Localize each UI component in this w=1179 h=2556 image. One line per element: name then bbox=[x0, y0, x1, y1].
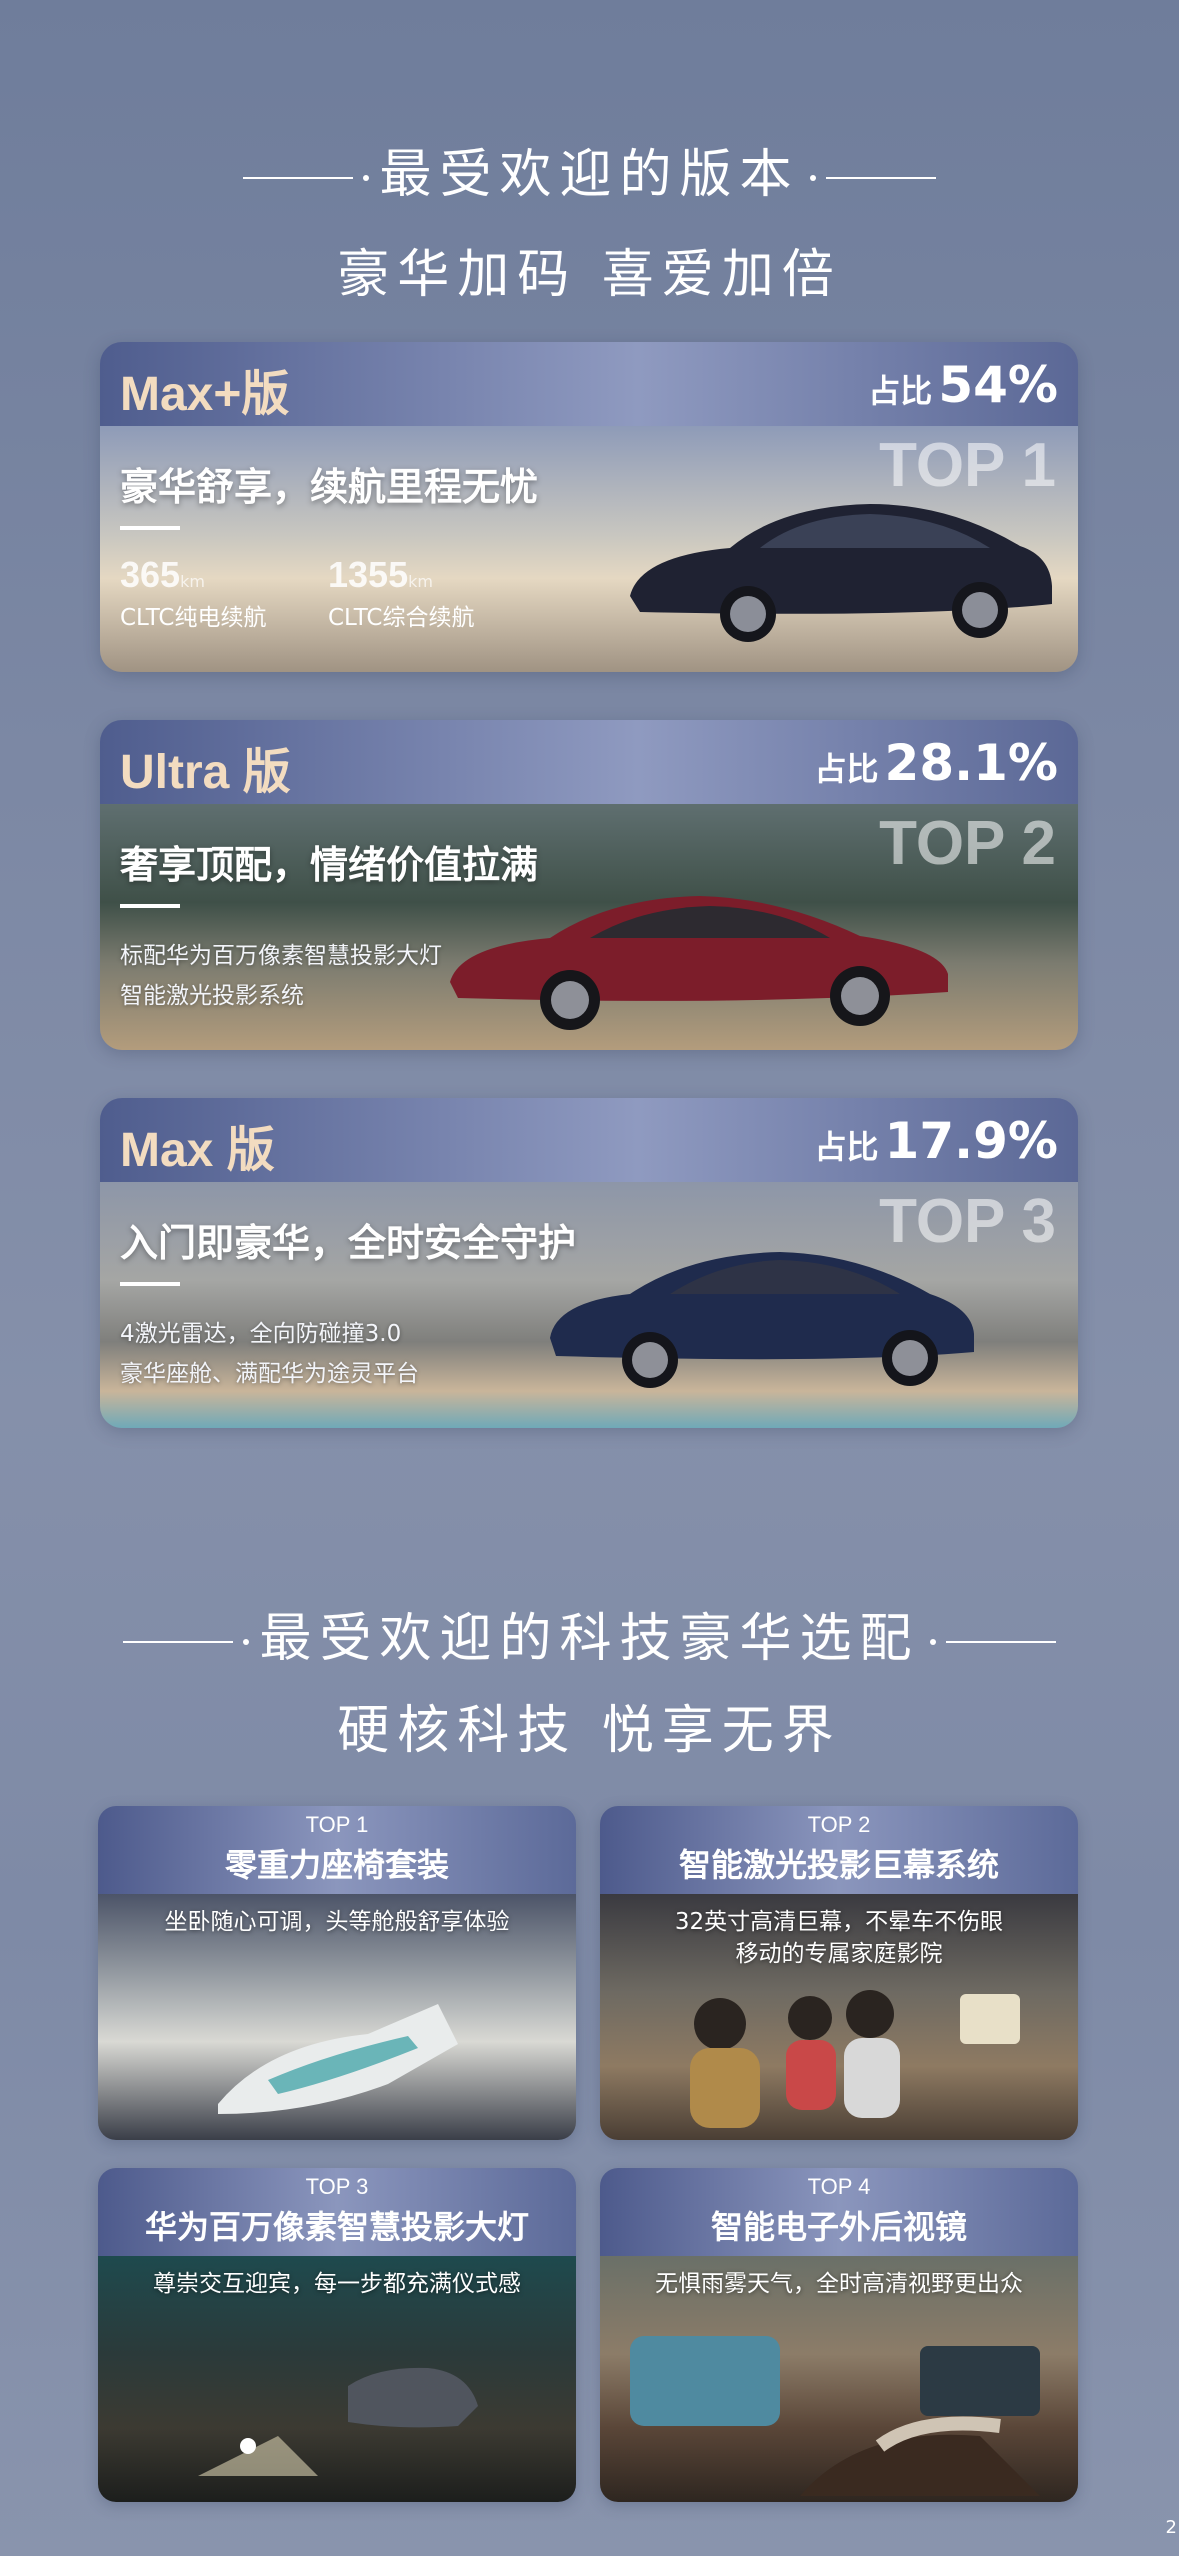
tile-image-seat-scene: 坐卧随心可调，头等舱般舒享体验 bbox=[98, 1894, 576, 2140]
car-image bbox=[550, 1252, 974, 1388]
tile-description-line: 尊崇交互迎宾，每一步都充满仪式感 bbox=[153, 2271, 521, 2297]
tile-description: 坐卧随心可调，头等舱般舒享体验 bbox=[98, 1906, 576, 1938]
title-decor-line-left bbox=[123, 1641, 234, 1643]
cockpit-image bbox=[630, 2336, 1040, 2496]
seat-image bbox=[218, 2004, 458, 2114]
tile-header: TOP 3 华为百万像素智慧投影大灯 bbox=[98, 2168, 576, 2256]
section-2-subtitle: 硬核科技 悦享无界 bbox=[337, 1701, 842, 1761]
card-header: Max+版 占比 54% bbox=[100, 342, 1078, 426]
version-slogan: 奢享顶配，情绪价值拉满 bbox=[120, 843, 539, 887]
spec-combined-range: 1355km CLTC综合续航 bbox=[328, 554, 474, 632]
feature-line: 4激光雷达，全向防碰撞3.0 bbox=[120, 1321, 402, 1347]
share-prefix: 占比 bbox=[868, 372, 933, 410]
version-share: 占比 17.9% bbox=[815, 1112, 1058, 1170]
tile-image-family-cinema-scene: 32英寸高清巨幕，不晕车不伤眼 移动的专属家庭影院 bbox=[600, 1894, 1078, 2140]
tile-image-cockpit-scene: 无惧雨雾天气，全时高清视野更出众 bbox=[600, 2256, 1078, 2502]
version-share: 占比 28.1% bbox=[815, 734, 1058, 792]
share-prefix: 占比 bbox=[814, 1128, 879, 1166]
share-value: 54% bbox=[938, 356, 1058, 414]
tile-header: TOP 4 智能电子外后视镜 bbox=[600, 2168, 1078, 2256]
title-decor-dot-left bbox=[243, 1639, 250, 1645]
tile-description-line: 无惧雨雾天气，全时高清视野更出众 bbox=[655, 2271, 1023, 2297]
version-share: 占比 54% bbox=[868, 356, 1058, 414]
version-slogan: 入门即豪华，全时安全守护 bbox=[120, 1221, 577, 1265]
tile-title: 智能电子外后视镜 bbox=[710, 2208, 967, 2246]
version-name: Max+版 bbox=[120, 368, 290, 421]
section-1-subtitle: 豪华加码 喜爱加倍 bbox=[337, 245, 842, 305]
share-value: 28.1% bbox=[884, 734, 1058, 792]
option-tile-laser-projection[interactable]: TOP 2 智能激光投影巨幕系统 32英寸高清巨幕，不晕车不伤眼 移动的专属家庭… bbox=[600, 1806, 1078, 2140]
rank-badge: TOP 2 bbox=[879, 809, 1056, 878]
section-2-title-text: 最受欢迎的科技豪华选配 bbox=[259, 1609, 920, 1669]
feature-line: 智能激光投影系统 bbox=[120, 983, 304, 1009]
rank-badge: TOP 3 bbox=[879, 1187, 1056, 1256]
tile-header: TOP 2 智能激光投影巨幕系统 bbox=[600, 1806, 1078, 1894]
tile-description: 32英寸高清巨幕，不晕车不伤眼 移动的专属家庭影院 bbox=[600, 1906, 1078, 1970]
tile-description: 尊崇交互迎宾，每一步都充满仪式感 bbox=[98, 2268, 576, 2300]
card-image-lake-scene: TOP 1 豪华舒享，续航里程无忧 365km CLTC纯电续航 1355km … bbox=[100, 426, 1078, 672]
tile-header: TOP 1 零重力座椅套装 bbox=[98, 1806, 576, 1894]
spec-number: 365 bbox=[120, 554, 181, 595]
card-header: Max 版 占比 17.9% bbox=[100, 1098, 1078, 1182]
spec-number: 1355 bbox=[328, 554, 409, 595]
option-tile-projection-headlights[interactable]: TOP 3 华为百万像素智慧投影大灯 尊崇交互迎宾，每一步都充满仪式感 bbox=[98, 2168, 576, 2502]
share-value: 17.9% bbox=[884, 1112, 1058, 1170]
car-projection-image bbox=[198, 2367, 478, 2476]
slogan-underline bbox=[120, 904, 180, 908]
tile-description-line: 32英寸高清巨幕，不晕车不伤眼 bbox=[674, 1909, 1004, 1935]
title-decor-dot-left bbox=[363, 175, 370, 181]
rank-badge: TOP 1 bbox=[879, 431, 1056, 500]
option-tile-zero-gravity-seat[interactable]: TOP 1 零重力座椅套装 坐卧随心可调，头等舱般舒享体验 bbox=[98, 1806, 576, 2140]
version-name: Max 版 bbox=[120, 1124, 275, 1177]
version-slogan: 豪华舒享，续航里程无忧 bbox=[120, 465, 539, 509]
version-card-max-plus[interactable]: Max+版 占比 54% TOP 1 豪华舒享，续航里程无忧 365km CLTC… bbox=[100, 342, 1078, 672]
feature-line: 豪华座舱、满配华为途灵平台 bbox=[120, 1361, 419, 1387]
tile-image-night-welcome-scene: 尊崇交互迎宾，每一步都充满仪式感 bbox=[98, 2256, 576, 2502]
page-corner-mark: 2 bbox=[1165, 2517, 1177, 2538]
title-decor-dot-right bbox=[809, 175, 816, 181]
title-decor-line-left bbox=[243, 177, 354, 179]
card-header: Ultra 版 占比 28.1% bbox=[100, 720, 1078, 804]
spec-unit: km bbox=[180, 572, 205, 591]
section-2-title: 最受欢迎的科技豪华选配 bbox=[0, 1596, 1179, 1671]
card-image-villa-scene: TOP 3 入门即豪华，全时安全守护 4激光雷达，全向防碰撞3.0 豪华座舱、满… bbox=[100, 1182, 1078, 1428]
spec-label: CLTC纯电续航 bbox=[120, 605, 267, 631]
tile-rank: TOP 4 bbox=[807, 2174, 871, 2199]
family-image bbox=[690, 1990, 1020, 2128]
tile-rank: TOP 3 bbox=[305, 2174, 369, 2199]
spec-electric-range: 365km CLTC纯电续航 bbox=[120, 554, 266, 632]
spec-unit: km bbox=[408, 572, 433, 591]
title-decor-line-right bbox=[945, 1641, 1056, 1643]
tile-rank: TOP 1 bbox=[305, 1812, 369, 1837]
title-decor-dot-right bbox=[929, 1639, 936, 1645]
spec-label: CLTC综合续航 bbox=[328, 605, 475, 631]
version-name: Ultra 版 bbox=[120, 746, 291, 799]
section-1-title: 最受欢迎的版本 bbox=[0, 132, 1179, 207]
section-1-title-text: 最受欢迎的版本 bbox=[379, 145, 800, 205]
slogan-underline bbox=[120, 1282, 180, 1286]
share-prefix: 占比 bbox=[814, 750, 879, 788]
feature-line: 标配华为百万像素智慧投影大灯 bbox=[120, 943, 442, 969]
tile-title: 零重力座椅套装 bbox=[224, 1846, 449, 1884]
option-tile-electronic-mirror[interactable]: TOP 4 智能电子外后视镜 无惧雨雾天气，全时高清视野更出众 bbox=[600, 2168, 1078, 2502]
car-image bbox=[630, 504, 1052, 642]
title-decor-line-right bbox=[825, 177, 936, 179]
tile-title: 华为百万像素智慧投影大灯 bbox=[144, 2208, 529, 2246]
tile-description-line: 移动的专属家庭影院 bbox=[735, 1941, 943, 1967]
car-image bbox=[450, 896, 948, 1030]
slogan-underline bbox=[120, 526, 180, 530]
tile-description: 无惧雨雾天气，全时高清视野更出众 bbox=[600, 2268, 1078, 2300]
version-card-ultra[interactable]: Ultra 版 占比 28.1% TOP 2 奢享顶配，情绪价值拉满 标配华为百万… bbox=[100, 720, 1078, 1050]
tile-title: 智能激光投影巨幕系统 bbox=[678, 1846, 999, 1884]
card-image-camping-scene: TOP 2 奢享顶配，情绪价值拉满 标配华为百万像素智慧投影大灯 智能激光投影系… bbox=[100, 804, 1078, 1050]
tile-rank: TOP 2 bbox=[807, 1812, 871, 1837]
tile-description-line: 坐卧随心可调，头等舱般舒享体验 bbox=[164, 1909, 510, 1935]
version-card-max[interactable]: Max 版 占比 17.9% TOP 3 入门即豪华，全时安全守护 4激光雷达，全… bbox=[100, 1098, 1078, 1428]
